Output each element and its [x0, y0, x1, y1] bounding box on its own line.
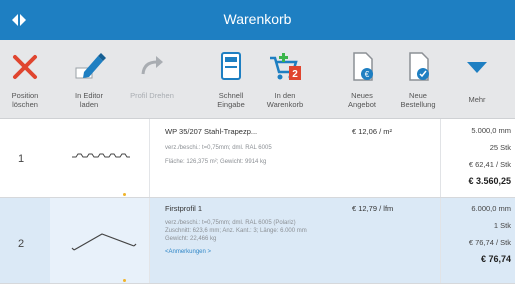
cart-row[interactable]: 1 WP 35/207 Stahl-Trapezp... verz./besch… — [0, 119, 515, 198]
marker-dot — [123, 279, 126, 282]
add-to-cart-label: In den Warenkorb — [266, 91, 304, 109]
chevron-down-icon — [467, 62, 487, 73]
total-value: € 76,74 — [480, 254, 511, 264]
title-bar: Warenkorb — [0, 0, 515, 40]
quick-input-label: Schnell Eingabe — [217, 91, 245, 109]
row-number: 2 — [18, 238, 25, 250]
add-to-cart-button[interactable]: 2 In den Warenkorb — [257, 40, 313, 119]
delete-x-icon — [13, 55, 37, 79]
price-per-unit: € 12,06 / m² — [352, 127, 393, 136]
delete-position-button[interactable]: Position löschen — [0, 40, 50, 119]
marker-dot — [123, 193, 126, 196]
length-value: 6.000,0 mm — [471, 204, 511, 213]
load-in-editor-button[interactable]: In Editor laden — [60, 40, 118, 119]
detail-line: verz./beschi.: t=0,75mm; dml. RAL 6005 (… — [165, 220, 296, 226]
cart-badge: 2 — [292, 69, 298, 80]
toolbar: Position löschen In Editor laden Profil … — [0, 40, 515, 119]
rotate-profile-label: Profil Drehen — [130, 91, 174, 100]
delete-position-label: Position löschen — [11, 91, 39, 109]
more-label: Mehr — [468, 95, 486, 104]
more-button[interactable]: Mehr — [450, 40, 504, 119]
new-offer-label: Neues Angebot — [348, 91, 376, 109]
ridge-profile-icon — [71, 233, 137, 251]
detail-line: Fläche: 126,375 m²; Gewicht: 9914 kg — [165, 159, 267, 165]
row-number: 1 — [18, 153, 25, 165]
total-value: € 3.560,25 — [468, 176, 511, 186]
profile-thumbnail — [50, 119, 150, 197]
notes-link[interactable]: <Anmerkungen > — [165, 249, 385, 255]
page-title: Warenkorb — [223, 11, 292, 27]
detail-line: Zuschnitt: 623,6 mm; Anz. Kant.: 3; Läng… — [165, 228, 307, 234]
calculator-icon — [221, 52, 241, 80]
quantity-value: 25 Stk — [489, 143, 511, 152]
rotate-arrow-icon — [141, 56, 163, 75]
unit-price-value: € 62,41 / Stk — [468, 160, 511, 169]
price-per-unit: € 12,79 / lfm — [352, 204, 394, 213]
profile-thumbnail — [50, 198, 150, 283]
pencil-icon — [75, 53, 106, 79]
new-order-button[interactable]: Neue Bestellung — [392, 40, 444, 119]
row-values: 5.000,0 mm 25 Stk € 62,41 / Stk € 3.560,… — [431, 122, 511, 190]
detail-line: Gewicht: 22,466 kg — [165, 236, 217, 242]
length-value: 5.000,0 mm — [471, 126, 511, 135]
cart-row[interactable]: 2 Firstprofil 1 verz./beschi.: t=0,75mm;… — [0, 198, 515, 284]
new-offer-button[interactable]: € Neues Angebot — [338, 40, 386, 119]
unit-price-value: € 76,74 / Stk — [468, 238, 511, 247]
quick-input-button[interactable]: Schnell Eingabe — [207, 40, 255, 119]
new-order-label: Neue Bestellung — [400, 91, 436, 109]
new-offer-icon: € — [353, 52, 373, 81]
cart-add-icon: 2 — [270, 53, 301, 80]
rotate-profile-button[interactable]: Profil Drehen — [122, 40, 182, 119]
detail-line: verz./beschi.: t=0,75mm; dml. RAL 6005 — [165, 145, 272, 151]
new-order-icon — [409, 52, 429, 81]
load-in-editor-label: In Editor laden — [75, 91, 103, 109]
quantity-value: 1 Stk — [493, 221, 511, 230]
svg-text:€: € — [365, 70, 370, 79]
row-values: 6.000,0 mm 1 Stk € 76,74 / Stk € 76,74 — [431, 200, 511, 268]
trapezoid-profile-icon — [72, 153, 130, 158]
